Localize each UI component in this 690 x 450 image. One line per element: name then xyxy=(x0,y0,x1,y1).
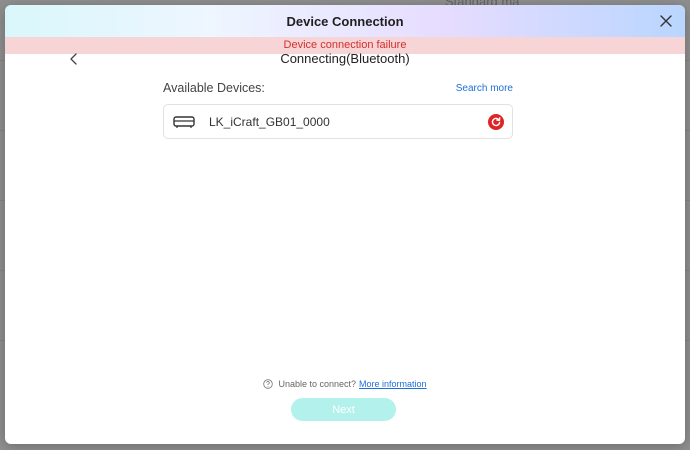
search-more-link[interactable]: Search more xyxy=(456,83,513,94)
question-circle-icon xyxy=(263,379,274,389)
help-row: Unable to connect? More information xyxy=(5,379,685,389)
dialog-title: Device Connection xyxy=(286,13,404,29)
retry-connection-button[interactable] xyxy=(488,114,504,130)
help-question: Unable to connect? xyxy=(278,379,357,389)
retry-icon xyxy=(488,114,504,130)
device-list-item[interactable]: LK_iCraft_GB01_0000 xyxy=(163,104,513,139)
close-icon xyxy=(660,15,672,27)
device-name: LK_iCraft_GB01_0000 xyxy=(209,114,330,129)
more-information-link[interactable]: More information xyxy=(359,379,427,389)
dialog-header: Device Connection xyxy=(5,5,685,37)
step-title: Connecting(Bluetooth) xyxy=(280,51,410,66)
device-connection-dialog: Device Connection Device connection fail… xyxy=(5,5,685,444)
close-button[interactable] xyxy=(657,12,675,30)
available-devices-label: Available Devices: xyxy=(163,81,265,95)
machine-icon xyxy=(173,115,195,129)
next-button[interactable]: Next xyxy=(291,398,396,421)
